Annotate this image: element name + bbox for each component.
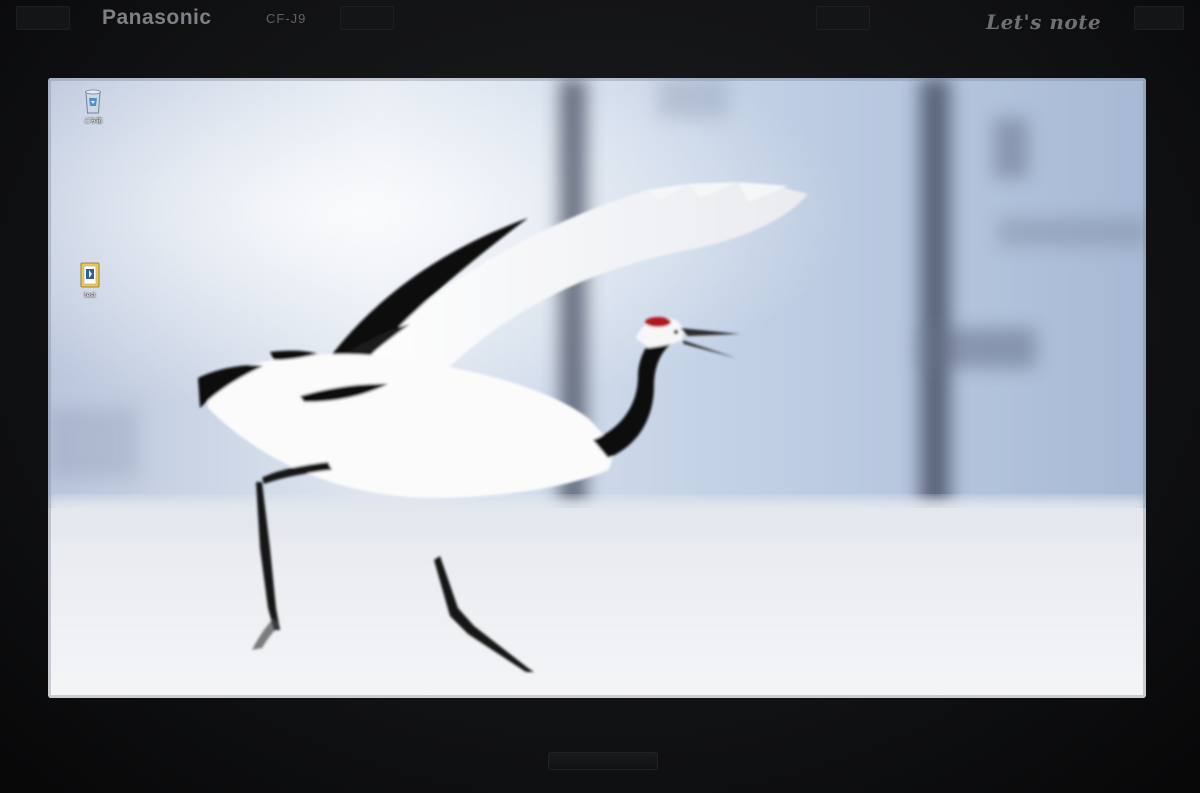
- series-logo: Let's note: [986, 10, 1102, 34]
- desktop-icon-recycle-bin[interactable]: ごみ箱: [73, 86, 113, 125]
- model-label: CF-J9: [266, 11, 307, 26]
- bezel-top-bar: Panasonic CF-J9 Let's note: [0, 0, 1200, 40]
- bezel-slot-center-right: [816, 6, 870, 30]
- brand-logo: Panasonic: [102, 6, 212, 29]
- bottom-hinge-latch: [548, 752, 658, 770]
- bezel-slot-left: [16, 6, 70, 30]
- desktop-icon-label: ごみ箱: [83, 118, 102, 125]
- desktop-icon-test[interactable]: test: [70, 260, 110, 299]
- bezel-slot-center-left: [340, 6, 394, 30]
- desktop-screen[interactable]: ごみ箱 test: [48, 78, 1146, 698]
- desktop-icon-label: test: [84, 292, 96, 299]
- folder-document-icon: [80, 262, 100, 288]
- recycle-bin-icon: [85, 89, 101, 114]
- laptop-bezel: Panasonic CF-J9 Let's note ごみ箱 test: [0, 0, 1200, 793]
- bezel-slot-right: [1134, 6, 1184, 30]
- crane-wallpaper: [48, 78, 1146, 698]
